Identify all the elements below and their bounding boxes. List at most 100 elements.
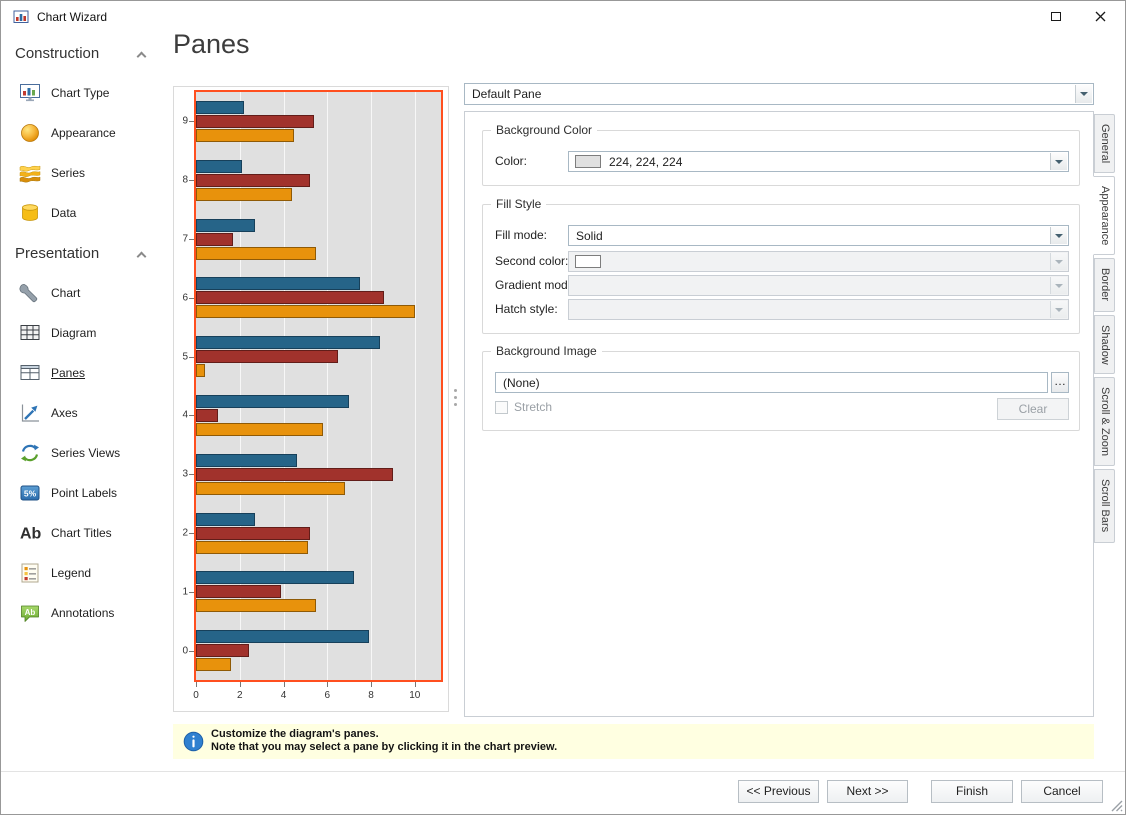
sidebar-item-series[interactable]: Series bbox=[1, 153, 169, 193]
dropdown-arrow-icon[interactable] bbox=[1050, 227, 1067, 244]
bar-series-orange[interactable] bbox=[196, 364, 205, 377]
pane-selector-value: Default Pane bbox=[472, 87, 541, 101]
tab-scroll-bars[interactable]: Scroll Bars bbox=[1094, 469, 1115, 542]
resize-grip-icon[interactable] bbox=[1110, 799, 1123, 812]
bar-series-blue[interactable] bbox=[196, 630, 369, 643]
bar-series-red[interactable] bbox=[196, 115, 314, 128]
bar-series-blue[interactable] bbox=[196, 395, 349, 408]
default-pane[interactable] bbox=[194, 90, 443, 682]
sidebar-item-data[interactable]: Data bbox=[1, 193, 169, 233]
tab-scroll-zoom[interactable]: Scroll & Zoom bbox=[1094, 377, 1115, 466]
fill-mode-dropdown[interactable]: Solid bbox=[568, 225, 1069, 246]
sidebar-item-axes[interactable]: Axes bbox=[1, 393, 169, 433]
bar-series-orange[interactable] bbox=[196, 599, 316, 612]
sidebar-item-panes[interactable]: Panes bbox=[1, 353, 169, 393]
section-construction[interactable]: Construction bbox=[15, 45, 159, 69]
bar-series-orange[interactable] bbox=[196, 423, 323, 436]
sidebar-item-appearance[interactable]: Appearance bbox=[1, 113, 169, 153]
maximize-button[interactable] bbox=[1033, 2, 1078, 31]
browse-button[interactable]: … bbox=[1051, 372, 1069, 393]
bar-series-red[interactable] bbox=[196, 174, 310, 187]
bar-series-red[interactable] bbox=[196, 468, 393, 481]
background-color-group: Background Color Color: 224, 224, 224 bbox=[482, 130, 1080, 186]
background-color-dropdown[interactable]: 224, 224, 224 bbox=[568, 151, 1069, 172]
bar-series-orange[interactable] bbox=[196, 305, 415, 318]
bar-series-blue[interactable] bbox=[196, 277, 360, 290]
section-presentation[interactable]: Presentation bbox=[15, 245, 159, 269]
section-presentation-label: Presentation bbox=[15, 245, 99, 262]
clear-button: Clear bbox=[997, 398, 1069, 420]
second-color-swatch bbox=[575, 255, 601, 268]
bar-series-orange[interactable] bbox=[196, 658, 231, 671]
bar-series-blue[interactable] bbox=[196, 454, 297, 467]
sidebar-item-chart[interactable]: Chart bbox=[1, 273, 169, 313]
bar-series-red[interactable] bbox=[196, 527, 310, 540]
background-image-group-title: Background Image bbox=[491, 344, 602, 358]
finish-button[interactable]: Finish bbox=[931, 780, 1013, 803]
footer-divider bbox=[1, 771, 1125, 772]
bar-series-orange[interactable] bbox=[196, 129, 294, 142]
bar-series-blue[interactable] bbox=[196, 513, 255, 526]
stretch-checkbox bbox=[495, 401, 508, 414]
bar-series-orange[interactable] bbox=[196, 541, 308, 554]
bar-series-red[interactable] bbox=[196, 585, 281, 598]
tab-appearance[interactable]: Appearance bbox=[1093, 176, 1115, 255]
dropdown-arrow-icon bbox=[1050, 253, 1067, 270]
tab-general[interactable]: General bbox=[1094, 114, 1115, 173]
dropdown-arrow-icon bbox=[1050, 301, 1067, 318]
background-color-value: 224, 224, 224 bbox=[609, 155, 682, 169]
close-button[interactable] bbox=[1078, 2, 1123, 31]
sidebar-item-label: Chart Titles bbox=[51, 526, 112, 540]
sidebar-item-annotations[interactable]: Ab Annotations bbox=[1, 593, 169, 633]
cancel-button[interactable]: Cancel bbox=[1021, 780, 1103, 803]
y-axis-label: 4 bbox=[182, 410, 188, 421]
tab-shadow[interactable]: Shadow bbox=[1094, 315, 1115, 375]
bar-series-blue[interactable] bbox=[196, 336, 380, 349]
tab-border[interactable]: Border bbox=[1094, 258, 1115, 311]
window-title: Chart Wizard bbox=[37, 10, 107, 24]
wrench-icon bbox=[17, 280, 43, 306]
x-axis-label: 8 bbox=[368, 690, 374, 701]
sidebar-item-chart-titles[interactable]: Ab Chart Titles bbox=[1, 513, 169, 553]
y-axis-label: 5 bbox=[182, 351, 188, 362]
bar-series-red[interactable] bbox=[196, 291, 384, 304]
sidebar-item-diagram[interactable]: Diagram bbox=[1, 313, 169, 353]
splitter-handle[interactable] bbox=[453, 389, 459, 411]
color-label: Color: bbox=[495, 154, 527, 168]
series-icon bbox=[17, 160, 43, 186]
bar-series-orange[interactable] bbox=[196, 482, 345, 495]
sidebar-item-legend[interactable]: Legend bbox=[1, 553, 169, 593]
background-image-dropdown[interactable]: (None) bbox=[495, 372, 1048, 393]
sidebar-item-series-views[interactable]: Series Views bbox=[1, 433, 169, 473]
bar-series-orange[interactable] bbox=[196, 247, 316, 260]
dropdown-arrow-icon[interactable] bbox=[1075, 85, 1092, 103]
bar-series-orange[interactable] bbox=[196, 188, 292, 201]
dropdown-arrow-icon[interactable] bbox=[1050, 153, 1067, 170]
bar-series-blue[interactable] bbox=[196, 160, 242, 173]
section-construction-label: Construction bbox=[15, 45, 99, 62]
chart-type-icon bbox=[17, 80, 43, 106]
bar-series-red[interactable] bbox=[196, 233, 233, 246]
sidebar-item-chart-type[interactable]: Chart Type bbox=[1, 73, 169, 113]
sidebar-item-point-labels[interactable]: 5% Point Labels bbox=[1, 473, 169, 513]
bar-series-blue[interactable] bbox=[196, 101, 244, 114]
chart-preview[interactable]: 9876543210 0246810 bbox=[173, 86, 449, 712]
bar-series-red[interactable] bbox=[196, 350, 338, 363]
bar-series-blue[interactable] bbox=[196, 219, 255, 232]
gradient-mode-dropdown bbox=[568, 275, 1069, 296]
pane-selector-dropdown[interactable]: Default Pane bbox=[464, 83, 1094, 105]
chevron-up-icon bbox=[137, 252, 147, 262]
background-color-group-title: Background Color bbox=[491, 123, 597, 137]
bar-series-red[interactable] bbox=[196, 409, 218, 422]
bar-series-blue[interactable] bbox=[196, 571, 354, 584]
stretch-checkbox-row: Stretch bbox=[495, 400, 552, 414]
bar-series-red[interactable] bbox=[196, 644, 249, 657]
chart-titles-icon: Ab bbox=[17, 520, 43, 546]
data-icon bbox=[17, 200, 43, 226]
x-axis-ticks bbox=[194, 682, 443, 687]
y-axis-label: 3 bbox=[182, 469, 188, 480]
next-button[interactable]: Next >> bbox=[827, 780, 908, 803]
hatch-style-dropdown bbox=[568, 299, 1069, 320]
previous-button[interactable]: << Previous bbox=[738, 780, 819, 803]
sidebar-item-label: Point Labels bbox=[51, 486, 117, 500]
